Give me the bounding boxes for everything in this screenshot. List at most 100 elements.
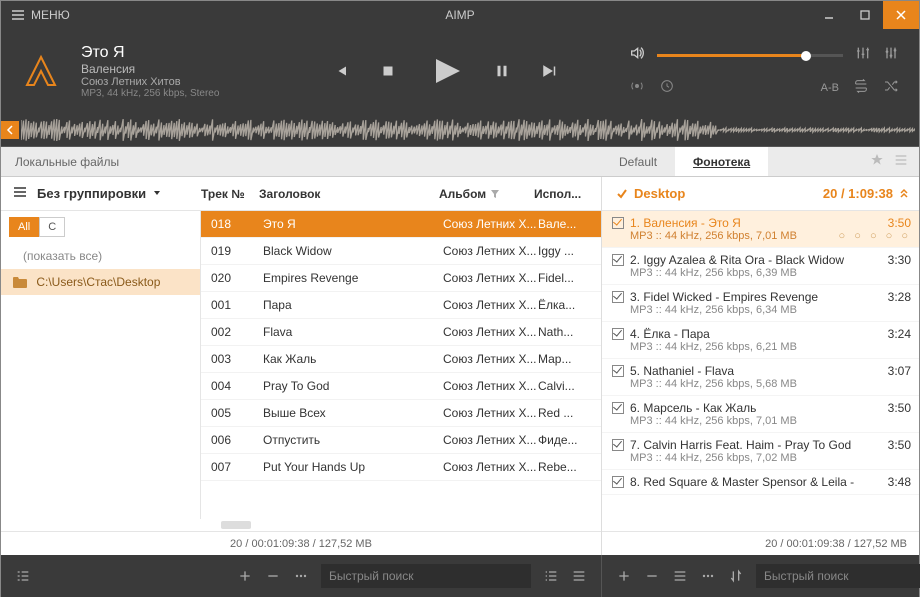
ab-repeat-button[interactable]: A-B xyxy=(821,82,839,94)
minimize-button[interactable] xyxy=(811,1,847,29)
table-row[interactable]: 001ПараСоюз Летних Х...Ёлка... xyxy=(201,292,601,319)
favorite-button[interactable] xyxy=(869,152,885,171)
play-button[interactable] xyxy=(427,53,463,89)
plus-icon xyxy=(237,568,253,584)
clock-button[interactable] xyxy=(659,78,675,97)
checkbox-icon[interactable] xyxy=(612,291,624,303)
stop-button[interactable] xyxy=(379,62,397,80)
col-trackno[interactable]: Трек № xyxy=(201,187,259,201)
playlist-title: Desktop xyxy=(634,186,685,201)
table-row[interactable]: 006ОтпуститьСоюз Летних Х...Фиде... xyxy=(201,427,601,454)
pl-sort-button[interactable] xyxy=(722,562,750,590)
lib-view-menu-button[interactable] xyxy=(565,562,593,590)
table-row[interactable]: 003Как ЖальСоюз Летних Х...Мар... xyxy=(201,346,601,373)
table-row[interactable]: 018Это ЯСоюз Летних Х...Вале... xyxy=(201,211,601,238)
col-title[interactable]: Заголовок xyxy=(259,187,439,201)
lib-search-input[interactable] xyxy=(321,564,531,588)
check-icon xyxy=(616,188,628,200)
pl-search-input[interactable] xyxy=(756,564,920,588)
chip-c[interactable]: C xyxy=(39,217,65,237)
waveform[interactable] xyxy=(21,117,915,143)
tree-show-all[interactable]: (показать все) xyxy=(1,243,200,269)
lib-remove-button[interactable] xyxy=(259,562,287,590)
next-button[interactable] xyxy=(541,62,559,80)
checkbox-icon[interactable] xyxy=(612,476,624,488)
prev-icon xyxy=(331,62,349,80)
radio-icon xyxy=(629,78,645,94)
list-item[interactable]: 3. Fidel Wicked - Empires Revenge3:28MP3… xyxy=(602,285,919,322)
repeat-button[interactable] xyxy=(853,78,869,97)
minimize-icon xyxy=(823,9,835,21)
equalizer-button[interactable] xyxy=(855,45,871,66)
radio-button[interactable] xyxy=(629,78,645,97)
checkbox-icon[interactable] xyxy=(612,254,624,266)
queue-icon xyxy=(15,568,31,584)
lib-view-list-button[interactable] xyxy=(537,562,565,590)
sliders-icon xyxy=(883,45,899,61)
mute-button[interactable] xyxy=(629,45,645,66)
chip-all[interactable]: All xyxy=(9,217,39,237)
tabs-bar: Локальные файлы Default Фонотека xyxy=(1,147,919,177)
tab-library[interactable]: Фонотека xyxy=(675,147,768,176)
hamburger-icon xyxy=(11,8,25,22)
titlebar: МЕНЮ AIMP xyxy=(1,1,919,29)
close-button[interactable] xyxy=(883,1,919,29)
col-artist[interactable]: Испол... xyxy=(534,187,595,201)
menu-button[interactable]: МЕНЮ xyxy=(1,1,80,29)
left-section-title: Локальные файлы xyxy=(1,147,601,176)
checkbox-icon[interactable] xyxy=(612,365,624,377)
lib-more-button[interactable] xyxy=(287,562,315,590)
list-item[interactable]: 4. Ёлка - Пара3:24MP3 :: 44 kHz, 256 kbp… xyxy=(602,322,919,359)
pl-add-button[interactable] xyxy=(610,562,638,590)
tab-menu-button[interactable] xyxy=(893,152,909,171)
pause-button[interactable] xyxy=(493,62,511,80)
track-album: Союз Летних Хитов xyxy=(81,76,261,88)
more-icon xyxy=(293,568,309,584)
effects-button[interactable] xyxy=(883,45,899,66)
col-album[interactable]: Альбом xyxy=(439,187,534,201)
lib-add-button[interactable] xyxy=(231,562,259,590)
horizontal-scrollbar[interactable] xyxy=(221,521,251,529)
pl-remove-button[interactable] xyxy=(638,562,666,590)
checkbox-icon[interactable] xyxy=(612,328,624,340)
list-icon xyxy=(543,568,559,584)
track-artist: Валенсия xyxy=(81,62,261,76)
checkbox-icon[interactable] xyxy=(612,217,624,229)
checkbox-icon[interactable] xyxy=(612,402,624,414)
next-icon xyxy=(541,62,559,80)
volume-knob[interactable] xyxy=(801,51,811,61)
table-row[interactable]: 007Put Your Hands UpСоюз Летних Х...Rebe… xyxy=(201,454,601,481)
waveform-collapse-button[interactable] xyxy=(1,121,19,139)
prev-button[interactable] xyxy=(331,62,349,80)
pl-view-button[interactable] xyxy=(666,562,694,590)
shuffle-button[interactable] xyxy=(883,78,899,97)
playlist-body: 1. Валенсия - Это Я3:50MP3 :: 44 kHz, 25… xyxy=(602,211,919,531)
table-row[interactable]: 019Black WidowСоюз Летних Х...Iggy ... xyxy=(201,238,601,265)
queue-button[interactable] xyxy=(9,562,37,590)
folder-icon xyxy=(13,277,27,288)
list-item[interactable]: 7. Calvin Harris Feat. Haim - Pray To Go… xyxy=(602,433,919,470)
playlist-collapse-button[interactable] xyxy=(899,186,909,201)
list-item[interactable]: 8. Red Square & Master Spensor & Leila -… xyxy=(602,470,919,495)
track-info: Это Я Валенсия Союз Летних Хитов MP3, 44… xyxy=(81,44,261,99)
stop-icon xyxy=(379,62,397,80)
tab-default[interactable]: Default xyxy=(601,147,675,176)
list-item[interactable]: 6. Марсель - Как Жаль3:50MP3 :: 44 kHz, … xyxy=(602,396,919,433)
table-row[interactable]: 002FlavaСоюз Летних Х...Nath... xyxy=(201,319,601,346)
table-row[interactable]: 004Pray To GodСоюз Летних Х...Calvi... xyxy=(201,373,601,400)
table-row[interactable]: 020Empires RevengeСоюз Летних Х...Fidel.… xyxy=(201,265,601,292)
group-menu-button[interactable] xyxy=(13,185,27,202)
table-row[interactable]: 005Выше ВсехСоюз Летних Х...Red ... xyxy=(201,400,601,427)
chevron-down-icon xyxy=(152,188,162,198)
maximize-button[interactable] xyxy=(847,1,883,29)
close-icon xyxy=(895,9,907,21)
tree-folder[interactable]: C:\Users\Cтас\Desktop xyxy=(1,269,200,295)
list-item[interactable]: 5. Nathaniel - Flava3:07MP3 :: 44 kHz, 2… xyxy=(602,359,919,396)
volume-slider[interactable] xyxy=(657,54,843,57)
checkbox-icon[interactable] xyxy=(612,439,624,451)
group-dropdown-button[interactable] xyxy=(152,186,162,201)
pl-more-button[interactable] xyxy=(694,562,722,590)
list-item[interactable]: 2. Iggy Azalea & Rita Ora - Black Widow3… xyxy=(602,248,919,285)
list-item[interactable]: 1. Валенсия - Это Я3:50MP3 :: 44 kHz, 25… xyxy=(602,211,919,248)
more-icon xyxy=(700,568,716,584)
